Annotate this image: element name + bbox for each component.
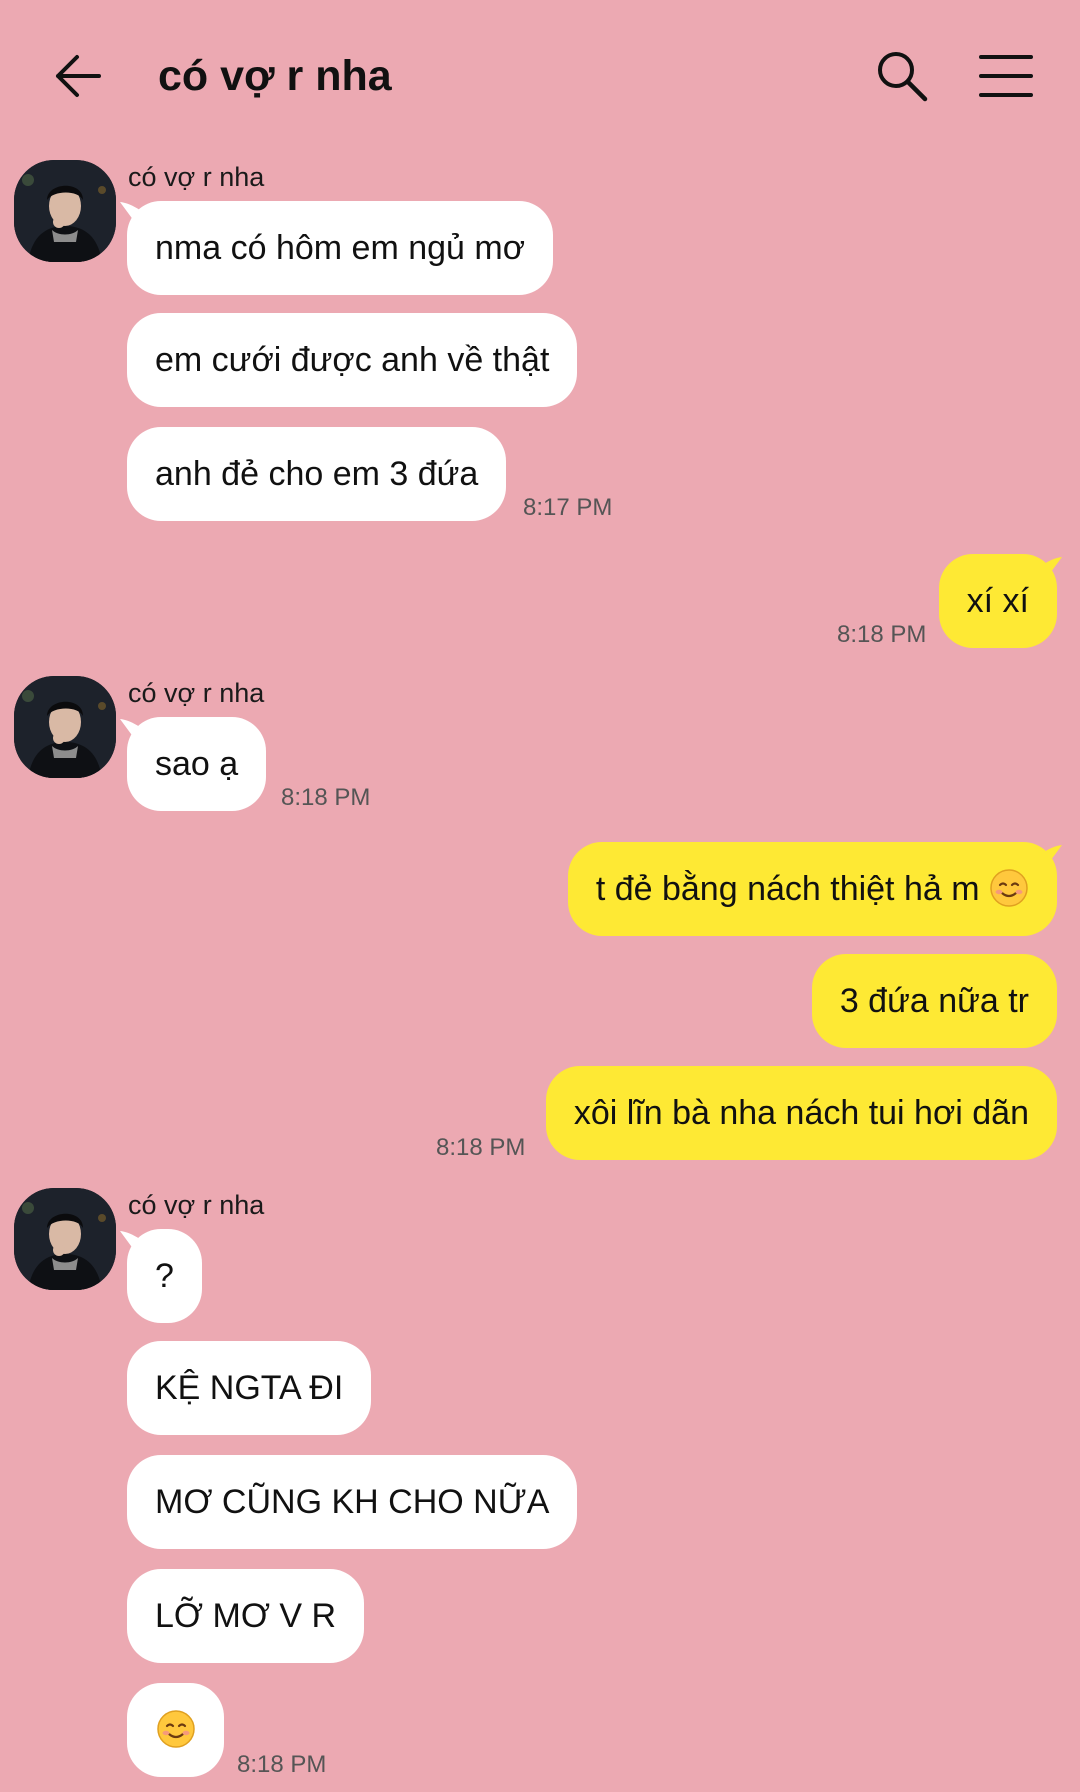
- incoming-message-bubble[interactable]: nma có hôm em ngủ mơ: [127, 201, 553, 295]
- avatar-photo: [14, 676, 116, 778]
- bubble-tail: [1034, 845, 1062, 864]
- contact-avatar[interactable]: [14, 160, 116, 262]
- message-timestamp: 8:17 PM: [523, 494, 613, 521]
- incoming-message-bubble[interactable]: sao ạ: [127, 717, 267, 811]
- incoming-message-bubble[interactable]: MƠ CŨNG KH CHO NỮA: [127, 1455, 578, 1549]
- contact-avatar[interactable]: [14, 1188, 116, 1290]
- avatar-photo: [14, 160, 116, 262]
- search-button[interactable]: [868, 42, 936, 110]
- incoming-message-bubble[interactable]: LỠ MƠ V R: [127, 1569, 365, 1663]
- message-timestamp: 8:18 PM: [837, 621, 927, 648]
- hamburger-menu-icon: [979, 55, 1033, 97]
- incoming-emoji-bubble[interactable]: [127, 1683, 224, 1777]
- incoming-message-bubble[interactable]: em cưới được anh về thật: [127, 313, 578, 407]
- bubble-tail: [1034, 557, 1062, 576]
- chat-header: có vợ r nha: [0, 0, 1080, 150]
- outgoing-message-bubble[interactable]: 3 đứa nữa tr: [811, 954, 1057, 1048]
- incoming-message-bubble[interactable]: anh đẻ cho em 3 đứa: [127, 427, 507, 521]
- search-icon: [878, 52, 928, 102]
- incoming-message-bubble[interactable]: KỆ NGTA ĐI: [127, 1341, 372, 1435]
- contact-avatar[interactable]: [14, 676, 116, 778]
- chat-screen: có vợ r nha có vợ r nha nma có hôm em ng…: [0, 0, 1080, 1792]
- message-timestamp: 8:18 PM: [281, 784, 371, 811]
- avatar-photo: [14, 1188, 116, 1290]
- smiling-face-emoji-icon: [990, 869, 1028, 907]
- arrow-left-icon: [56, 55, 101, 97]
- outgoing-message-text: t đẻ bằng nách thiệt hả m: [595, 870, 980, 908]
- menu-button[interactable]: [972, 42, 1040, 110]
- message-timestamp: 8:18 PM: [237, 1751, 327, 1778]
- smiling-face-emoji-icon: [156, 1710, 195, 1748]
- sender-name: có vợ r nha: [128, 162, 265, 192]
- outgoing-message-bubble[interactable]: t đẻ bằng nách thiệt hả m: [567, 842, 1057, 936]
- message-timestamp: 8:18 PM: [436, 1134, 526, 1161]
- outgoing-message-bubble[interactable]: xôi lĩn bà nha nách tui hơi dãn: [545, 1066, 1057, 1160]
- incoming-message-bubble[interactable]: ?: [127, 1229, 202, 1323]
- chat-title: có vợ r nha: [158, 52, 392, 100]
- back-button[interactable]: [44, 42, 112, 110]
- sender-name: có vợ r nha: [128, 678, 265, 708]
- sender-name: có vợ r nha: [128, 1190, 265, 1220]
